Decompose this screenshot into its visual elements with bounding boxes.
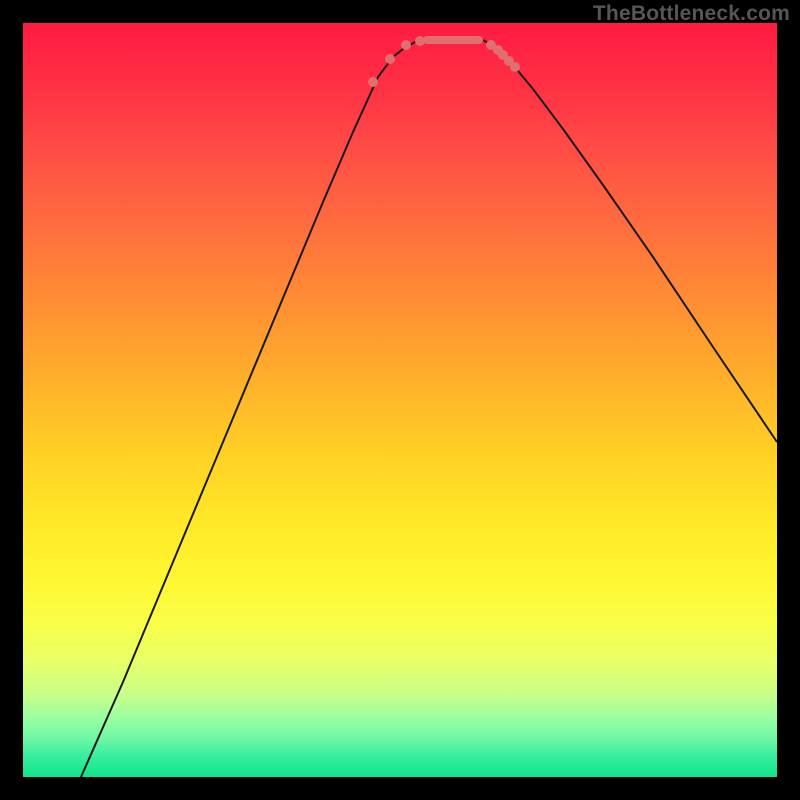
curve-flat-bottom (423, 36, 483, 44)
curve-right-branch (483, 40, 777, 442)
marker-dot (510, 62, 520, 72)
markers-left (368, 36, 425, 87)
markers-right (486, 40, 520, 72)
plot-area (23, 23, 777, 777)
marker-dot (401, 40, 411, 50)
curve-left-branch (81, 40, 423, 777)
marker-dot (368, 77, 378, 87)
chart-frame (23, 23, 777, 777)
marker-dot (385, 54, 395, 64)
curve-svg (23, 23, 777, 777)
marker-dot (415, 36, 425, 46)
